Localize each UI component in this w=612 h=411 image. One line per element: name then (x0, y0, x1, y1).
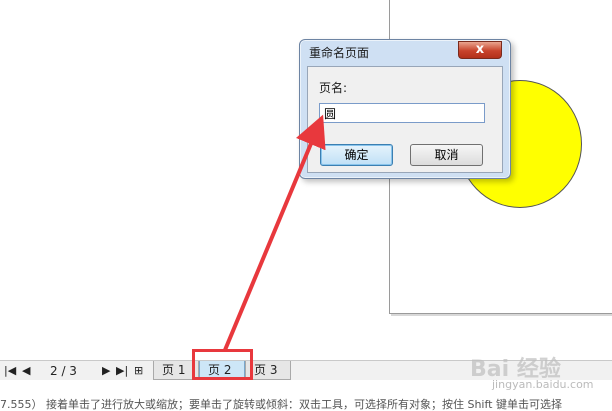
page-name-label: 页名: (319, 81, 348, 95)
watermark-url: jingyan.baidu.com (492, 378, 594, 391)
next-page-icon[interactable]: ▶ (102, 364, 110, 377)
tab-highlight-box (192, 349, 253, 380)
cancel-button[interactable]: 取消 (410, 144, 483, 166)
close-icon: x (475, 42, 485, 57)
rename-page-dialog: 重命名页面 x 页名: 确定 取消 (299, 39, 511, 179)
close-button[interactable]: x (458, 41, 502, 59)
prev-page-icon[interactable]: ◀ (22, 364, 30, 377)
last-page-icon[interactable]: ▶| (116, 364, 128, 377)
page-name-input[interactable] (319, 103, 485, 123)
first-page-icon[interactable]: |◀ (4, 364, 16, 377)
dialog-body: 页名: 确定 取消 (307, 66, 503, 173)
dialog-title: 重命名页面 (309, 46, 370, 60)
status-bar-hint: 7.555） 接着单击了进行放大或缩放；要单击了旋转或倾斜：双击工具，可选择所有… (0, 398, 612, 411)
ok-button[interactable]: 确定 (320, 144, 393, 166)
page-counter: 2 / 3 (50, 364, 77, 378)
add-page-icon[interactable]: ⊞ (134, 364, 143, 377)
